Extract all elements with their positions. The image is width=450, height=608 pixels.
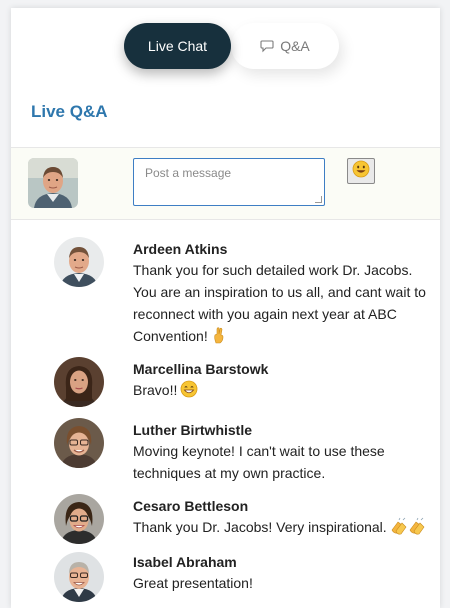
emoji-picker-button[interactable] [347, 158, 375, 184]
message-author: Isabel Abraham [133, 554, 237, 570]
message-body: Moving keynote! I can't wait to use thes… [133, 443, 385, 481]
message-text: Great presentation! [133, 572, 429, 594]
message-author: Cesaro Bettleson [133, 498, 249, 514]
resize-grip-icon[interactable] [315, 196, 322, 203]
message-input-placeholder: Post a message [145, 166, 232, 180]
message-body: Thank you for such detailed work Dr. Jac… [133, 262, 426, 344]
tab-live-chat[interactable]: Live Chat [124, 23, 231, 69]
message-text: Thank you for such detailed work Dr. Jac… [133, 259, 429, 350]
crossed-fingers-icon [211, 326, 227, 350]
current-user-avatar [28, 158, 78, 208]
message-composer: Post a message [11, 147, 440, 220]
message-body: Thank you Dr. Jacobs! Very inspirational… [133, 519, 387, 535]
avatar [54, 494, 104, 544]
avatar [54, 418, 104, 468]
section-title: Live Q&A [31, 102, 108, 121]
avatar [54, 552, 104, 602]
grinning-face-icon [180, 380, 198, 404]
tab-live-chat-label: Live Chat [147, 38, 208, 54]
tab-qa-label: Q&A [280, 38, 310, 54]
message-author: Marcellina Barstowk [133, 361, 269, 377]
smiley-face-icon [352, 160, 370, 183]
tab-qa[interactable]: Q&A [231, 23, 339, 69]
message-text: Moving keynote! I can't wait to use thes… [133, 440, 429, 484]
speech-bubble-icon [260, 39, 274, 53]
message-input[interactable]: Post a message [133, 158, 325, 206]
tab-bar: Live Chat Q&A [11, 23, 440, 69]
message-author: Ardeen Atkins [133, 241, 228, 257]
message-body: Great presentation! [133, 575, 253, 591]
avatar [54, 237, 104, 287]
message-text: Thank you Dr. Jacobs! Very inspirational… [133, 516, 429, 541]
message-author: Luther Birtwhistle [133, 422, 253, 438]
clapping-hands-icon [390, 517, 428, 541]
message-text: Bravo!! [133, 379, 429, 404]
message-body: Bravo!! [133, 382, 178, 398]
live-chat-panel: Live Chat Q&A Live Q&A Post a message Ar… [11, 8, 440, 608]
avatar [54, 357, 104, 407]
